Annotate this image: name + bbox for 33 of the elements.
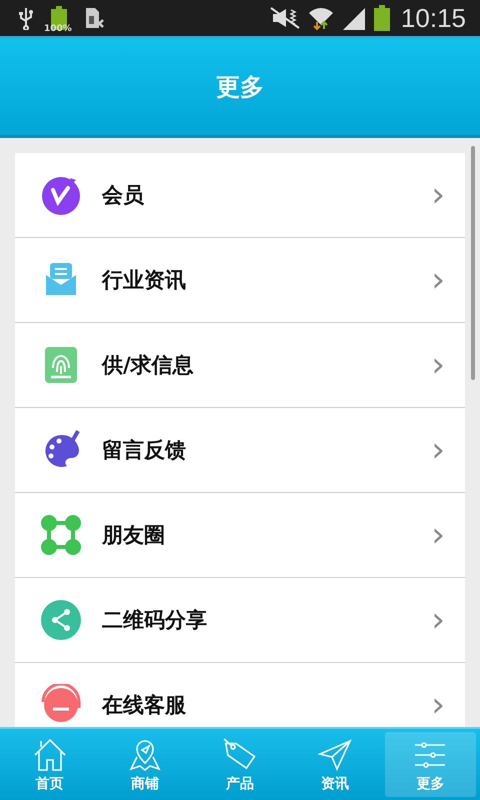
menu-label: 供/求信息 — [102, 352, 195, 379]
menu-label: 朋友圈 — [102, 522, 166, 549]
chevron: › — [431, 518, 445, 552]
menu-item[interactable]: 留言反馈 › — [15, 408, 465, 493]
menu-item[interactable]: 二维码分享 › — [15, 578, 465, 663]
network-icon — [40, 514, 82, 556]
menu-label: 会员 — [102, 182, 145, 209]
wifi-icon — [306, 5, 335, 31]
clock: 10:15 — [400, 2, 466, 34]
sim-card-icon — [84, 6, 106, 30]
chevron: › — [431, 688, 445, 722]
menu-label: 行业资讯 — [102, 267, 187, 294]
usb-icon — [18, 6, 34, 30]
v-badge-icon — [40, 174, 82, 216]
chevron: › — [431, 348, 445, 382]
menu-label: 在线客服 — [102, 692, 187, 719]
menu-item[interactable]: 朋友圈 › — [15, 493, 465, 578]
signal-icon — [340, 6, 367, 30]
chevron: › — [431, 178, 445, 212]
menu-item[interactable]: 行业资讯 › — [15, 238, 465, 323]
menu-label: 二维码分享 — [102, 607, 208, 634]
page-title: 更多 — [216, 72, 264, 102]
chevron: › — [431, 263, 445, 297]
home-icon — [32, 736, 68, 772]
mute-icon — [268, 6, 301, 30]
chevron: › — [431, 603, 445, 637]
menu-item[interactable]: 会员 › — [15, 153, 465, 238]
menu-label: 留言反馈 — [102, 437, 187, 464]
battery-icon — [372, 5, 391, 31]
share-icon — [40, 599, 82, 641]
paper-plane-icon — [317, 736, 354, 772]
menu-item[interactable]: 供/求信息 › — [15, 323, 465, 408]
chevron: › — [431, 433, 445, 467]
